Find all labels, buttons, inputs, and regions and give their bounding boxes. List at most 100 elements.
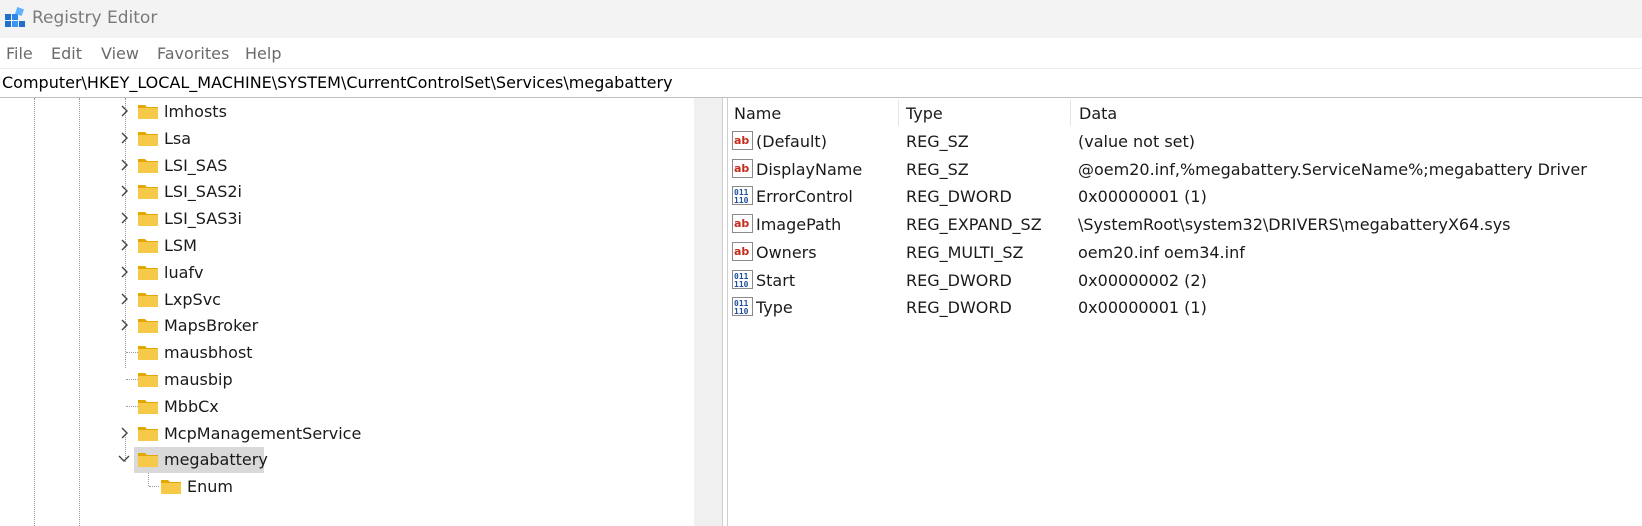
chevron-right-icon[interactable] bbox=[116, 237, 132, 253]
value-name: Owners bbox=[756, 242, 817, 262]
tree-item-lsi_sas[interactable]: LSI_SAS bbox=[0, 152, 690, 179]
chevron-right-icon[interactable] bbox=[116, 103, 132, 119]
svg-text:110: 110 bbox=[734, 307, 749, 316]
tree-item-lmhosts[interactable]: lmhosts bbox=[0, 98, 690, 125]
tree-item-lsi_sas2i[interactable]: LSI_SAS2i bbox=[0, 178, 690, 205]
chevron-down-icon[interactable] bbox=[116, 451, 132, 467]
value-row-imagepath[interactable]: ab ImagePath REG_EXPAND_SZ \SystemRoot\syst… bbox=[728, 211, 1642, 238]
window-title: Registry Editor bbox=[32, 8, 158, 28]
column-header-type[interactable]: Type bbox=[906, 104, 943, 123]
menu-view[interactable]: View bbox=[101, 44, 139, 63]
tree-item-label: LSM bbox=[164, 236, 197, 255]
tree-item-label: mausbhost bbox=[164, 343, 253, 363]
chevron-right-icon[interactable] bbox=[116, 425, 132, 441]
svg-text:ab: ab bbox=[734, 134, 749, 147]
binary-value-icon: 011110 bbox=[732, 297, 753, 317]
tree-item-lsm[interactable]: LSM bbox=[0, 232, 690, 259]
value-type: REG_SZ bbox=[906, 159, 969, 179]
menu-favorites[interactable]: Favorites bbox=[157, 44, 229, 63]
tree-item-label: McpManagementService bbox=[164, 423, 362, 443]
tree-item-label: lmhosts bbox=[164, 102, 227, 121]
menu-file[interactable]: File bbox=[6, 44, 33, 63]
tree-item-mcpmanagementservice[interactable]: McpManagementService bbox=[0, 420, 690, 447]
folder-icon bbox=[138, 319, 158, 334]
value-row-owners[interactable]: ab Owners REG_MULTI_SZ oem20.inf oem34.inf bbox=[728, 239, 1642, 266]
tree-item-lsi_sas3i[interactable]: LSI_SAS3i bbox=[0, 205, 690, 232]
tree-item-lxpsvc[interactable]: LxpSvc bbox=[0, 286, 690, 313]
value-data: 0x00000001 (1) bbox=[1078, 187, 1207, 207]
value-data: 0x00000001 (1) bbox=[1078, 298, 1207, 318]
svg-text:110: 110 bbox=[734, 196, 749, 205]
string-value-icon: ab bbox=[732, 214, 753, 234]
chevron-right-icon[interactable] bbox=[116, 157, 132, 173]
tree-item-label: LSI_SAS2i bbox=[164, 182, 242, 202]
value-type: REG_DWORD bbox=[906, 270, 1012, 290]
tree-item-label: Lsa bbox=[164, 128, 192, 148]
value-data: \SystemRoot\system32\DRIVERS\megabattery… bbox=[1078, 215, 1511, 235]
chevron-right-icon[interactable] bbox=[116, 183, 132, 199]
folder-icon bbox=[138, 399, 158, 414]
tree-item-label: luafv bbox=[164, 262, 204, 282]
folder-icon bbox=[138, 265, 158, 280]
tree-item-label: LSI_SAS bbox=[164, 155, 228, 175]
tree-item-luafv[interactable]: luafv bbox=[0, 259, 690, 286]
tree-item-mausbip[interactable]: mausbip bbox=[0, 366, 690, 393]
chevron-right-icon[interactable] bbox=[116, 317, 132, 333]
binary-value-icon: 011110 bbox=[732, 186, 753, 206]
tree-item-lsa[interactable]: Lsa bbox=[0, 125, 690, 152]
folder-icon bbox=[138, 292, 158, 307]
value-type: REG_DWORD bbox=[906, 187, 1012, 207]
tree-item-label: MapsBroker bbox=[164, 316, 259, 336]
tree-item-label: Enum bbox=[187, 477, 233, 497]
svg-text:ab: ab bbox=[734, 245, 749, 258]
folder-icon bbox=[138, 212, 158, 227]
svg-text:110: 110 bbox=[734, 280, 749, 289]
tree-item-mausbhost[interactable]: mausbhost bbox=[0, 339, 690, 366]
value-type: REG_MULTI_SZ bbox=[906, 242, 1024, 262]
menu-help[interactable]: Help bbox=[245, 44, 281, 63]
value-data: @oem20.inf,%megabattery.ServiceName%;meg… bbox=[1078, 159, 1587, 179]
string-value-icon: ab bbox=[732, 131, 753, 150]
tree-item-enum[interactable]: Enum bbox=[0, 473, 690, 500]
chevron-right-icon[interactable] bbox=[116, 291, 132, 307]
address-path[interactable]: Computer\HKEY_LOCAL_MACHINE\SYSTEM\Curre… bbox=[2, 73, 673, 92]
key-tree-pane[interactable]: lmhosts Lsa LSI_SAS LSI_SAS2i LSI_SAS3i LSM lu… bbox=[0, 98, 722, 526]
value-list-pane[interactable]: Name Type Data ab (Default) REG_SZ (value n… bbox=[728, 98, 1642, 526]
tree-item-label: mausbip bbox=[164, 370, 233, 389]
folder-icon bbox=[138, 185, 158, 200]
value-name: DisplayName bbox=[756, 159, 863, 179]
tree-item-mbbcx[interactable]: MbbCx bbox=[0, 393, 690, 420]
value-type: REG_DWORD bbox=[906, 298, 1012, 318]
column-header-name[interactable]: Name bbox=[734, 104, 781, 123]
folder-icon bbox=[138, 453, 158, 468]
value-row-type[interactable]: 011 110 Type REG_DWORD 0x00000001 (1) bbox=[728, 294, 1642, 321]
tree-item-label: MbbCx bbox=[164, 396, 219, 416]
folder-icon bbox=[138, 158, 158, 173]
folder-icon bbox=[161, 480, 181, 495]
column-divider[interactable] bbox=[1070, 100, 1071, 126]
chevron-right-icon[interactable] bbox=[116, 210, 132, 226]
value-type: REG_SZ bbox=[906, 132, 969, 151]
menu-edit[interactable]: Edit bbox=[51, 44, 82, 63]
folder-icon bbox=[138, 346, 158, 361]
menu-bar: File Edit View Favorites Help bbox=[0, 38, 1642, 69]
value-row-displayname[interactable]: ab DisplayName REG_SZ @oem20.inf,%megabatte… bbox=[728, 156, 1642, 183]
chevron-right-icon[interactable] bbox=[116, 264, 132, 280]
binary-value-icon: 011110 bbox=[732, 269, 753, 289]
tree-item-mapsbroker[interactable]: MapsBroker bbox=[0, 312, 690, 339]
chevron-right-icon[interactable] bbox=[116, 130, 132, 146]
value-name: Type bbox=[756, 298, 793, 318]
tree-item-megabattery[interactable]: megabattery bbox=[0, 446, 690, 474]
address-bar[interactable]: Computer\HKEY_LOCAL_MACHINE\SYSTEM\Curre… bbox=[0, 69, 1642, 98]
column-header-data[interactable]: Data bbox=[1079, 104, 1117, 123]
string-value-icon: ab bbox=[732, 158, 753, 178]
folder-icon bbox=[138, 131, 158, 146]
tree-connector-line bbox=[149, 486, 159, 488]
tree-item-label: LxpSvc bbox=[164, 289, 221, 309]
value-row-errorcontrol[interactable]: 011 110 ErrorControl REG_DWORD 0x00000001 (1… bbox=[728, 183, 1642, 210]
value-row-start[interactable]: 011 110 Start REG_DWORD 0x00000002 (2) bbox=[728, 267, 1642, 294]
column-divider[interactable] bbox=[898, 100, 899, 126]
value-row-default[interactable]: ab (Default) REG_SZ (value not set) bbox=[728, 128, 1642, 155]
tree-item-label: LSI_SAS3i bbox=[164, 209, 242, 229]
tree-scrollbar[interactable] bbox=[694, 98, 722, 526]
